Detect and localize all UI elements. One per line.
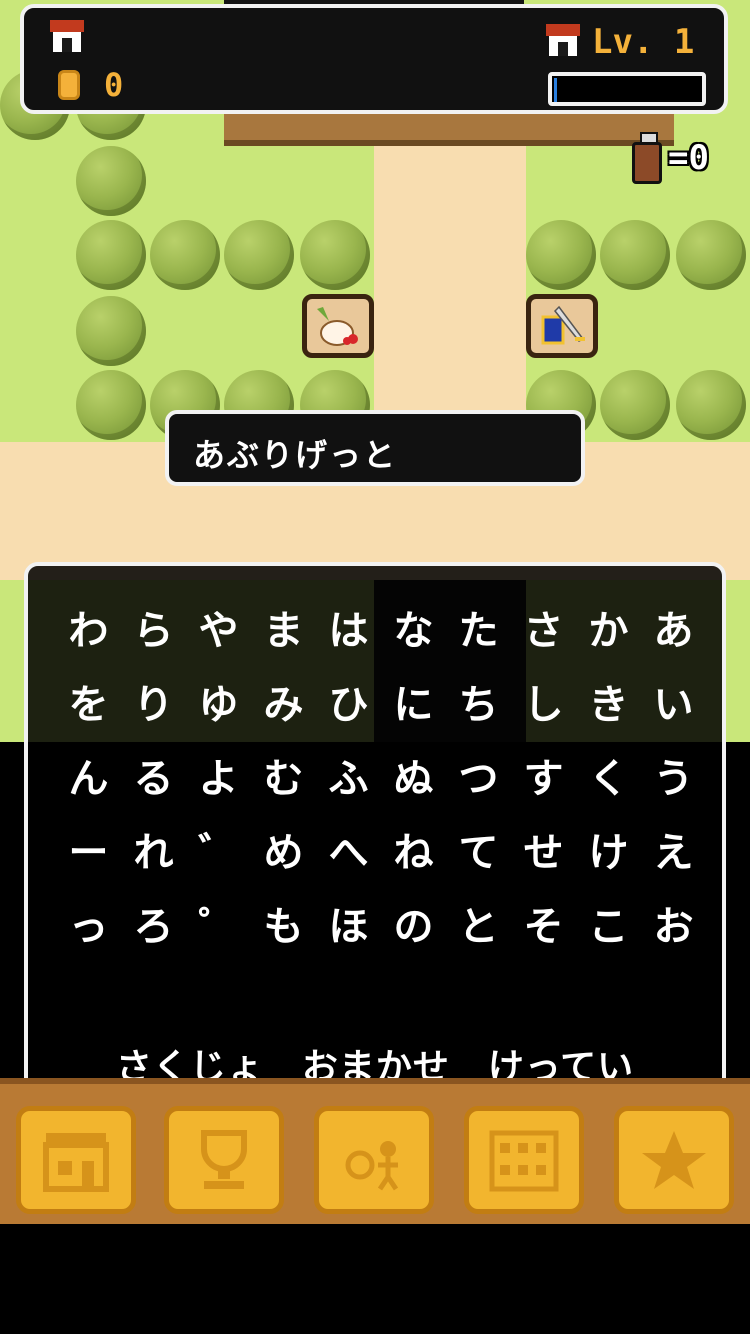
bush [76, 296, 146, 366]
kana-key[interactable]: ひ [316, 664, 381, 738]
bottom-nav [0, 1078, 750, 1224]
bush [676, 220, 746, 290]
bush [76, 370, 146, 440]
kana-key[interactable]: せ [511, 812, 576, 886]
kana-key[interactable]: り [121, 664, 186, 738]
fence [224, 112, 674, 146]
kana-key[interactable]: ふ [316, 738, 381, 812]
kana-key[interactable]: も [251, 886, 316, 960]
level-label: Lv. 1 [592, 22, 695, 62]
kana-key[interactable]: つ [446, 738, 511, 812]
kana-key[interactable]: お [641, 886, 706, 960]
kana-key[interactable]: ま [251, 590, 316, 664]
kana-key[interactable]: は [316, 590, 381, 664]
kana-key[interactable]: る [121, 738, 186, 812]
kana-key[interactable]: し [511, 664, 576, 738]
kana-key[interactable]: み [251, 664, 316, 738]
kana-key[interactable]: こ [576, 886, 641, 960]
kana-key[interactable]: や [186, 590, 251, 664]
kana-key[interactable]: へ [316, 812, 381, 886]
name-input-box[interactable]: あぶりげっと [165, 410, 585, 486]
kana-key[interactable]: な [381, 590, 446, 664]
bush [676, 370, 746, 440]
kana-key[interactable]: ぬ [381, 738, 446, 812]
kana-key[interactable]: ね [381, 812, 446, 886]
kana-key[interactable]: ち [446, 664, 511, 738]
bush [76, 146, 146, 216]
kana-key[interactable]: け [576, 812, 641, 886]
kana-key-row: をりゆみひにちしきい [56, 664, 706, 738]
kana-key[interactable]: き [576, 664, 641, 738]
kana-key[interactable]: ら [121, 590, 186, 664]
house-icon [546, 24, 580, 56]
kana-key[interactable]: む [251, 738, 316, 812]
kana-key[interactable]: く [576, 738, 641, 812]
kana-key[interactable]: っ [56, 886, 121, 960]
kana-key[interactable]: ー [56, 812, 121, 886]
kana-key[interactable]: す [511, 738, 576, 812]
kana-key[interactable]: え [641, 812, 706, 886]
kana-key[interactable]: か [576, 590, 641, 664]
kana-key[interactable]: れ [121, 812, 186, 886]
status-hud: 0 Lv. 1 [20, 4, 728, 114]
kana-key[interactable]: て [446, 812, 511, 886]
kana-key[interactable]: う [641, 738, 706, 812]
house-icon [50, 20, 84, 52]
bottle-count: =0 [668, 138, 709, 178]
kana-key[interactable]: い [641, 664, 706, 738]
kana-key[interactable]: あ [641, 590, 706, 664]
kana-key[interactable]: に [381, 664, 446, 738]
kana-key[interactable]: ゆ [186, 664, 251, 738]
shop-building-icon[interactable] [16, 1106, 136, 1214]
star-icon[interactable] [614, 1106, 734, 1214]
kana-key[interactable]: め [251, 812, 316, 886]
trophy-icon[interactable] [164, 1106, 284, 1214]
kana-key-row: ーれ゛めへねてせけえ [56, 812, 706, 886]
kana-key[interactable]: の [381, 886, 446, 960]
kana-key[interactable]: よ [186, 738, 251, 812]
kana-key[interactable]: と [446, 886, 511, 960]
kana-key[interactable]: ろ [121, 886, 186, 960]
kana-key[interactable]: さ [511, 590, 576, 664]
xp-progress-fill [554, 78, 557, 102]
kana-key-row: っろ゜もほのとそこお [56, 886, 706, 960]
kana-key[interactable]: を [56, 664, 121, 738]
bush [224, 220, 294, 290]
kana-key[interactable]: そ [511, 886, 576, 960]
kana-key[interactable]: ゜ [186, 886, 251, 960]
bush [300, 220, 370, 290]
kana-key-row: わらやまはなたさかあ [56, 590, 706, 664]
bush [600, 220, 670, 290]
bush [526, 220, 596, 290]
kana-keyboard: わらやまはなたさかあをりゆみひにちしきいんるよむふぬつすくうーれ゛めへねてせけえ… [24, 562, 726, 1118]
kana-key-grid: わらやまはなたさかあをりゆみひにちしきいんるよむふぬつすくうーれ゛めへねてせけえ… [56, 590, 706, 960]
bush [150, 220, 220, 290]
coin-icon [58, 70, 80, 100]
sword-shield-icon[interactable] [526, 294, 598, 358]
bush [76, 220, 146, 290]
characters-icon[interactable] [314, 1106, 434, 1214]
kana-key[interactable]: わ [56, 590, 121, 664]
kana-key-row: んるよむふぬつすくう [56, 738, 706, 812]
name-input-value: あぶりげっと [193, 436, 398, 474]
bottle-icon [630, 132, 664, 184]
kana-key[interactable]: ゛ [186, 812, 251, 886]
radish-vegetable-icon[interactable] [302, 294, 374, 358]
bush [600, 370, 670, 440]
xp-progress-bar [548, 72, 706, 106]
kana-key[interactable]: ほ [316, 886, 381, 960]
coin-count: 0 [104, 66, 124, 104]
town-buildings-icon[interactable] [464, 1106, 584, 1214]
kana-key[interactable]: た [446, 590, 511, 664]
vertical-path [374, 140, 526, 442]
kana-key[interactable]: ん [56, 738, 121, 812]
